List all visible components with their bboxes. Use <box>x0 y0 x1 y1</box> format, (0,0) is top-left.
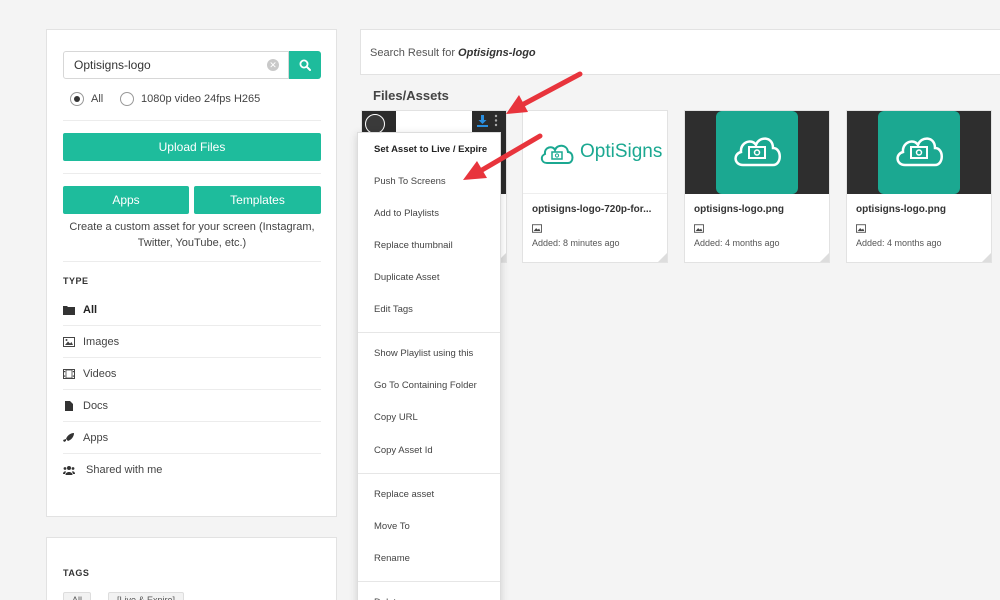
divider <box>63 173 321 174</box>
asset-context-menu: Set Asset to Live / Expire Push To Scree… <box>357 132 501 600</box>
type-item-docs[interactable]: Docs <box>63 390 321 422</box>
radio-all-label: All <box>91 93 104 105</box>
type-section-title: TYPE <box>63 276 89 286</box>
search-result-query: Optisigns-logo <box>458 47 536 59</box>
templates-button[interactable]: Templates <box>194 186 321 214</box>
card-corner <box>982 253 991 262</box>
menu-item-delete[interactable]: Delete <box>358 587 500 600</box>
apps-button[interactable]: Apps <box>63 186 189 214</box>
search-result-text: Search Result for Optisigns-logo <box>370 47 536 59</box>
image-icon <box>532 224 542 233</box>
select-checkbox[interactable] <box>365 114 385 134</box>
cloud-logo-icon <box>896 137 943 167</box>
tags-section-title: TAGS <box>63 568 90 578</box>
document-icon <box>65 401 73 411</box>
type-item-shared[interactable]: Shared with me <box>63 454 321 486</box>
image-icon <box>694 224 704 233</box>
radio-1080p-label: 1080p video 24fps H265 <box>141 93 261 105</box>
type-item-videos[interactable]: Videos <box>63 358 321 390</box>
menu-item-duplicate-asset[interactable]: Duplicate Asset <box>358 262 500 294</box>
menu-item-move-to[interactable]: Move To <box>358 511 500 543</box>
asset-thumbnail <box>685 111 829 194</box>
asset-thumbnail: OptiSigns <box>523 111 667 194</box>
clear-search-icon[interactable]: ✕ <box>267 59 279 71</box>
asset-name[interactable]: optisigns-logo.png <box>856 204 986 215</box>
type-item-label: Docs <box>83 400 109 412</box>
menu-separator <box>358 473 500 474</box>
menu-item-rename[interactable]: Rename <box>358 543 500 575</box>
menu-item-set-live-expire[interactable]: Set Asset to Live / Expire <box>358 134 500 166</box>
cloud-logo-icon <box>734 137 781 167</box>
menu-item-show-playlist[interactable]: Show Playlist using this <box>358 338 500 370</box>
more-options-icon[interactable] <box>493 114 499 127</box>
card-corner <box>658 253 667 262</box>
divider <box>63 120 321 121</box>
asset-name[interactable]: optisigns-logo.png <box>694 204 824 215</box>
menu-separator <box>358 581 500 582</box>
menu-item-push-to-screens[interactable]: Push To Screens <box>358 166 500 198</box>
asset-date: Added: 8 minutes ago <box>532 238 620 248</box>
menu-item-replace-thumbnail[interactable]: Replace thumbnail <box>358 230 500 262</box>
menu-separator <box>358 332 500 333</box>
film-icon <box>63 369 75 379</box>
search-result-prefix: Search Result for <box>370 47 455 59</box>
radio-all[interactable] <box>70 92 84 106</box>
users-icon <box>63 466 75 475</box>
folder-icon <box>63 306 75 315</box>
menu-item-copy-asset-id[interactable]: Copy Asset Id <box>358 435 500 467</box>
filter-panel: ✕ All 1080p video 24fps H265 Upload File… <box>46 29 337 517</box>
search-row: ✕ <box>63 51 321 79</box>
tags-panel: TAGS All [Live & Expire] <box>46 537 337 600</box>
type-item-apps[interactable]: Apps <box>63 422 321 454</box>
asset-thumbnail <box>847 111 991 194</box>
rocket-icon <box>63 433 74 442</box>
cloud-logo-icon <box>540 144 574 164</box>
card-corner <box>820 253 829 262</box>
asset-card[interactable]: optisigns-logo.png Added: 4 months ago <box>846 110 992 263</box>
tag-chip-all[interactable]: All <box>63 592 92 600</box>
radio-1080p[interactable] <box>120 92 134 106</box>
image-icon <box>63 337 75 347</box>
download-icon[interactable] <box>476 114 489 127</box>
menu-item-replace-asset[interactable]: Replace asset <box>358 479 500 511</box>
asset-name[interactable]: optisigns-logo-720p-for... <box>532 204 662 215</box>
type-item-label: Videos <box>83 368 117 380</box>
menu-item-add-to-playlists[interactable]: Add to Playlists <box>358 198 500 230</box>
asset-card[interactable]: optisigns-logo.png Added: 4 months ago <box>684 110 830 263</box>
search-button[interactable] <box>289 51 321 79</box>
type-item-label: Shared with me <box>86 464 163 476</box>
menu-item-edit-tags[interactable]: Edit Tags <box>358 294 500 326</box>
type-item-label: Apps <box>83 432 109 444</box>
type-item-all[interactable]: All <box>63 294 321 326</box>
custom-asset-description: Create a custom asset for your screen (I… <box>69 221 315 249</box>
divider <box>63 261 321 262</box>
tag-chip-live-expire[interactable]: [Live & Expire] <box>108 592 185 600</box>
optisigns-wordmark: OptiSigns <box>580 141 663 162</box>
search-input[interactable] <box>63 51 289 79</box>
upload-files-button[interactable]: Upload Files <box>63 133 321 161</box>
search-icon <box>299 59 311 71</box>
type-item-label: All <box>83 304 98 316</box>
files-assets-heading: Files/Assets <box>373 88 449 103</box>
menu-item-go-to-folder[interactable]: Go To Containing Folder <box>358 370 500 402</box>
type-item-label: Images <box>83 336 120 348</box>
asset-date: Added: 4 months ago <box>856 238 942 248</box>
arrow-to-menu-icon <box>506 71 583 114</box>
asset-date: Added: 4 months ago <box>694 238 780 248</box>
menu-item-copy-url[interactable]: Copy URL <box>358 402 500 434</box>
type-item-images[interactable]: Images <box>63 326 321 358</box>
image-icon <box>856 224 866 233</box>
search-result-bar: Search Result for Optisigns-logo <box>360 29 1000 75</box>
asset-card[interactable]: OptiSigns optisigns-logo-720p-for... Add… <box>522 110 668 263</box>
